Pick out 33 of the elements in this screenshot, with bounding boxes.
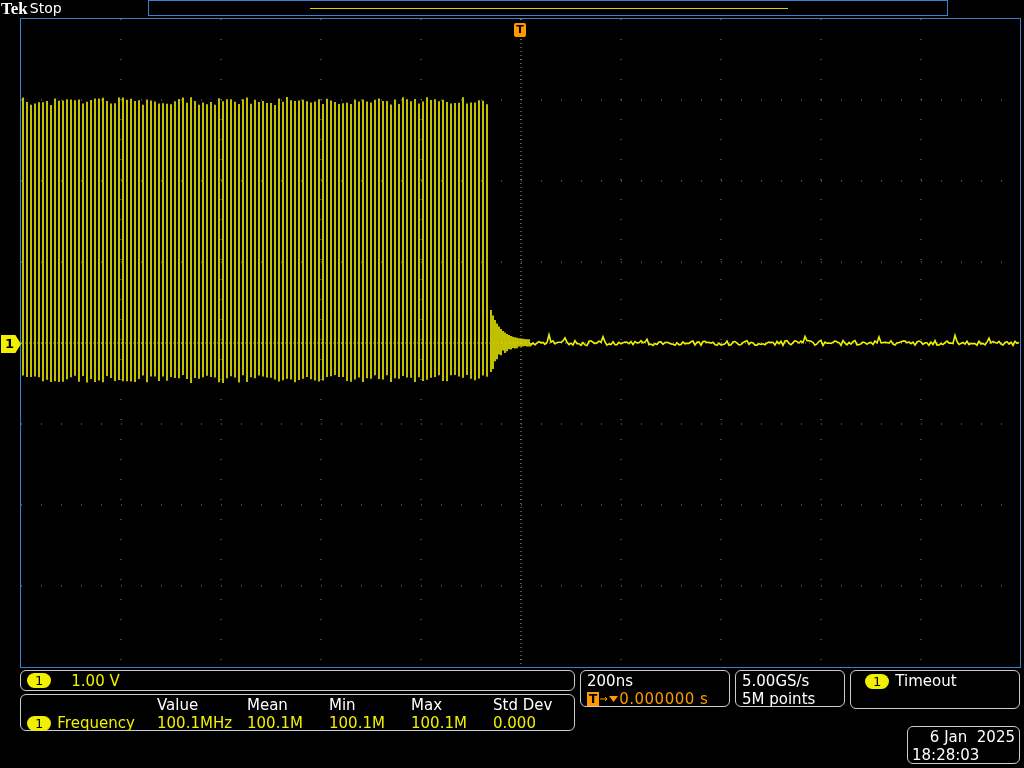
column-header: Min [329, 696, 357, 714]
channel-badge: 1 [865, 673, 890, 689]
trigger-marker[interactable]: T [514, 23, 526, 37]
column-header: Max [411, 696, 443, 714]
acquisition-readout[interactable]: 5.00GS/s 5M points [735, 670, 845, 707]
channel-badge: 1 [27, 673, 52, 688]
date-text: 6 Jan 2025 [928, 728, 1015, 746]
vertical-scale: 1.00 V [71, 671, 120, 690]
measurement-value: 0.000 [493, 714, 537, 732]
measurement-name: Frequency [57, 714, 135, 732]
run-status: Stop [29, 0, 63, 16]
column-header: Std Dev [493, 696, 554, 714]
column-header: Mean [247, 696, 289, 714]
trigger-icon: T [587, 692, 600, 706]
trigger-readout[interactable]: 1 Timeout [850, 670, 1020, 709]
measurement-value: 100.1M [411, 714, 468, 732]
vertical-readout[interactable]: 1 1.00 V [20, 670, 575, 691]
measurement-value: 100.1M [247, 714, 304, 732]
time-text: 18:28:03 [912, 746, 981, 764]
channel-badge: 1 [27, 715, 52, 731]
channel-marker[interactable]: 1 [1, 335, 21, 353]
trigger-mode: Timeout [895, 672, 957, 690]
measurement-value: 100.1MHz [157, 714, 234, 732]
record-length: 5M points [742, 690, 817, 708]
measurement-value: 100.1M [329, 714, 386, 732]
column-header: Value [157, 696, 200, 714]
horizontal-readout[interactable]: 200ns T 0.000000 s [580, 670, 730, 707]
arrow-icon [599, 694, 620, 704]
trigger-position: 0.000000 s [619, 690, 709, 708]
time-scale: 200ns [587, 672, 634, 690]
brand-logo: Tek [1, 0, 28, 17]
sample-rate: 5.00GS/s [742, 672, 811, 690]
measurement-panel[interactable]: Value Mean Min Max Std Dev 1 Frequency 100.1MHz 100.1M 100.1M 100.1M 0.000 [20, 694, 575, 731]
